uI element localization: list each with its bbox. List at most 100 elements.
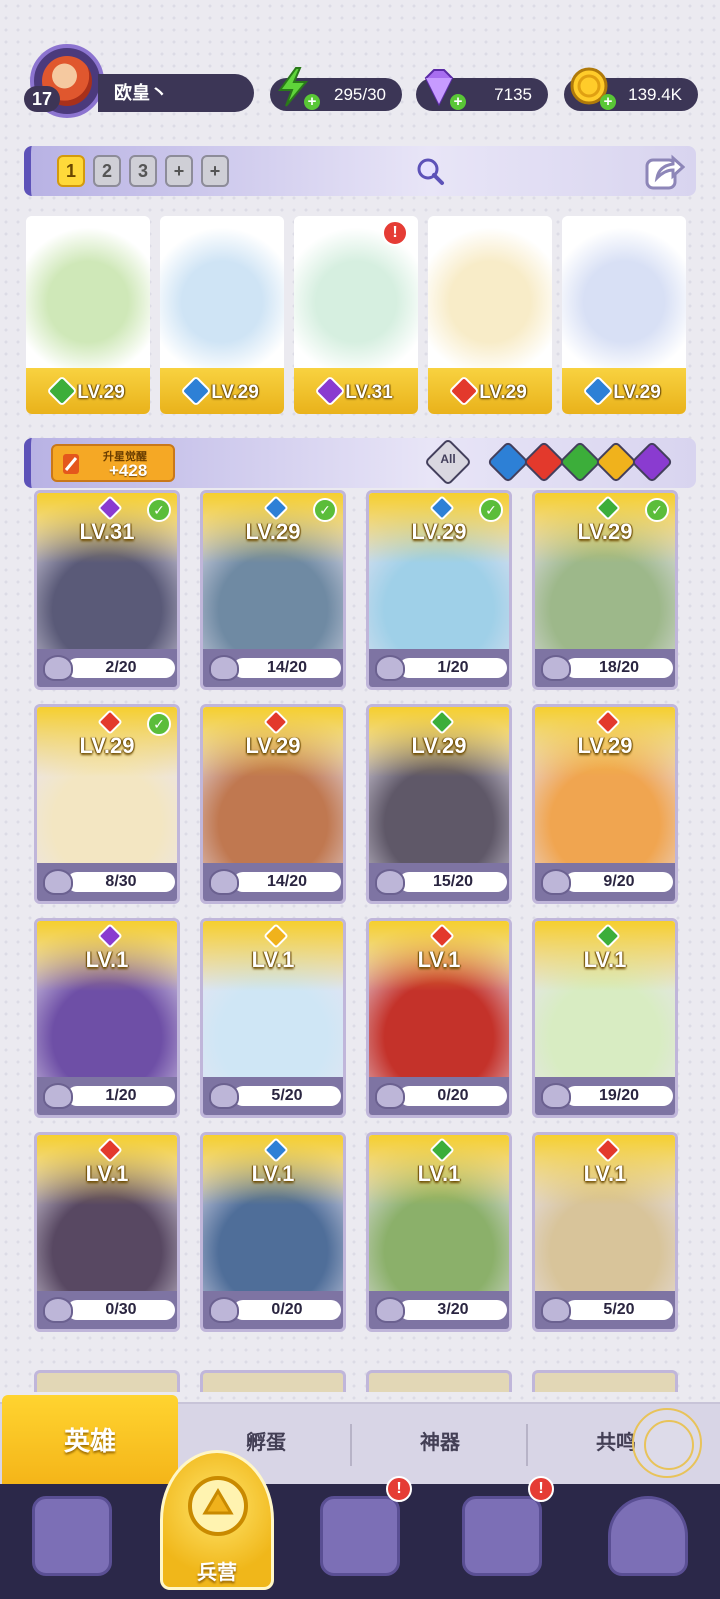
tab-divider xyxy=(526,1424,528,1466)
hero-portrait xyxy=(428,216,552,372)
hero-portrait xyxy=(562,216,686,372)
hero-level: LV.29 xyxy=(79,733,135,758)
hero-card[interactable]: LV.1 0/30 xyxy=(34,1132,180,1332)
hero-level: LV.1 xyxy=(583,1161,627,1186)
hero-card-peek xyxy=(366,1370,512,1392)
diamond-gem-icon[interactable]: + xyxy=(418,66,466,110)
element-icon xyxy=(180,375,212,407)
hero-card[interactable]: LV.29 14/20 xyxy=(200,704,346,904)
shard-icon xyxy=(375,655,405,681)
shard-icon xyxy=(375,869,405,895)
gold-coin-icon[interactable]: + xyxy=(568,66,616,110)
shard-icon xyxy=(209,1297,239,1323)
shard-icon xyxy=(375,1083,405,1109)
filter-all-label: All xyxy=(440,452,456,466)
lineup-hero-card[interactable]: LV.29 xyxy=(160,216,284,414)
team-slot-2[interactable]: 2 xyxy=(93,155,121,187)
shard-icon xyxy=(541,1083,571,1109)
team-slot-3[interactable]: 3 xyxy=(129,155,157,187)
hero-card[interactable]: LV.1 5/20 xyxy=(532,1132,678,1332)
shard-icon xyxy=(43,1083,73,1109)
shard-progress-text: 0/30 xyxy=(67,1300,175,1320)
add-diamond-icon[interactable]: + xyxy=(450,94,466,110)
hero-level: LV.29 xyxy=(245,733,301,758)
energy-bolt-icon[interactable]: + xyxy=(272,66,320,110)
map-book-icon[interactable] xyxy=(320,1496,400,1576)
filter-fire-icon[interactable] xyxy=(522,440,566,484)
lineup-level: LV.29 xyxy=(428,368,552,414)
hero-card[interactable]: ✓ LV.29 8/30 xyxy=(34,704,180,904)
shop-icon[interactable] xyxy=(608,1496,688,1576)
hero-card[interactable]: LV.1 0/20 xyxy=(200,1132,346,1332)
hero-card[interactable]: ✓ LV.29 18/20 xyxy=(532,490,678,690)
filter-water-icon[interactable] xyxy=(486,440,530,484)
lineup-hero-card[interactable]: LV.29 xyxy=(562,216,686,414)
lineup-hero-card[interactable]: LV.31! xyxy=(294,216,418,414)
hero-card[interactable]: LV.1 3/20 xyxy=(366,1132,512,1332)
tab-heroes[interactable]: 英雄 xyxy=(2,1395,178,1487)
cards-icon[interactable] xyxy=(32,1496,112,1576)
element-icon xyxy=(448,375,480,407)
lineup-hero-card[interactable]: LV.29 xyxy=(26,216,150,414)
tab-artifact[interactable]: 神器 xyxy=(360,1402,520,1484)
lineup-level: LV.29 xyxy=(26,368,150,414)
temple-icon[interactable] xyxy=(462,1496,542,1576)
lineup-hero-card[interactable]: LV.29 xyxy=(428,216,552,414)
shard-icon xyxy=(43,1297,73,1323)
hero-card[interactable]: LV.1 19/20 xyxy=(532,918,678,1118)
add-team-slot-button[interactable]: + xyxy=(201,155,229,187)
hero-card[interactable]: ✓ LV.31 2/20 xyxy=(34,490,180,690)
hero-level: LV.1 xyxy=(85,1161,129,1186)
shard-progress-text: 1/20 xyxy=(67,1086,175,1106)
hero-level: LV.1 xyxy=(417,947,461,972)
search-icon[interactable] xyxy=(415,156,445,191)
lineup-level: LV.31 xyxy=(294,368,418,414)
add-gold-icon[interactable]: + xyxy=(600,94,616,110)
hero-level: LV.1 xyxy=(85,947,129,972)
element-icon xyxy=(582,375,614,407)
hero-card[interactable]: LV.1 5/20 xyxy=(200,918,346,1118)
element-icon xyxy=(314,375,346,407)
element-icon xyxy=(46,375,78,407)
player-level-badge: 17 xyxy=(24,86,60,112)
add-team-slot-button[interactable]: + xyxy=(165,155,193,187)
hero-level: LV.1 xyxy=(417,1161,461,1186)
hero-card[interactable]: LV.29 9/20 xyxy=(532,704,678,904)
filter-dark-icon[interactable] xyxy=(630,440,674,484)
hero-card[interactable]: LV.29 15/20 xyxy=(366,704,512,904)
shard-progress-text: 15/20 xyxy=(399,872,507,892)
hero-card[interactable]: LV.1 1/20 xyxy=(34,918,180,1118)
shard-progress-text: 5/20 xyxy=(565,1300,673,1320)
star-awaken-bar: 升星觉醒 +428 All xyxy=(24,437,696,488)
hero-portrait xyxy=(160,216,284,372)
shard-icon xyxy=(375,1297,405,1323)
share-icon[interactable] xyxy=(643,150,686,197)
shard-progress-text: 5/20 xyxy=(233,1086,341,1106)
filter-light-icon[interactable] xyxy=(594,440,638,484)
shard-progress-text: 9/20 xyxy=(565,872,673,892)
map-alert-badge: ! xyxy=(386,1476,412,1502)
hero-level: LV.29 xyxy=(411,519,467,544)
lineup-level: LV.29 xyxy=(160,368,284,414)
lineup-level: LV.29 xyxy=(562,368,686,414)
hero-card[interactable]: ✓ LV.29 14/20 xyxy=(200,490,346,690)
shard-progress-text: 0/20 xyxy=(399,1086,507,1106)
hero-card[interactable]: ✓ LV.29 1/20 xyxy=(366,490,512,690)
team-slot-1[interactable]: 1 xyxy=(57,155,85,187)
diamond-value: 7135 xyxy=(494,85,532,104)
nav-barracks-label: 兵营 xyxy=(197,1562,237,1584)
floating-action-button[interactable] xyxy=(632,1408,702,1478)
gold-value: 139.4K xyxy=(628,85,682,104)
hero-level: LV.1 xyxy=(251,947,295,972)
shard-progress-text: 19/20 xyxy=(565,1086,673,1106)
hero-card[interactable]: LV.1 0/20 xyxy=(366,918,512,1118)
player-name[interactable]: 欧皇丶 xyxy=(98,74,254,112)
filter-wind-icon[interactable] xyxy=(558,440,602,484)
star-awaken-button[interactable]: 升星觉醒 +428 xyxy=(51,444,175,482)
hero-level: LV.29 xyxy=(245,519,301,544)
hero-level: LV.1 xyxy=(583,947,627,972)
shard-progress-text: 2/20 xyxy=(67,658,175,678)
add-energy-icon[interactable]: + xyxy=(304,94,320,110)
hero-portrait xyxy=(26,216,150,372)
hero-alert-badge: ! xyxy=(382,220,408,246)
